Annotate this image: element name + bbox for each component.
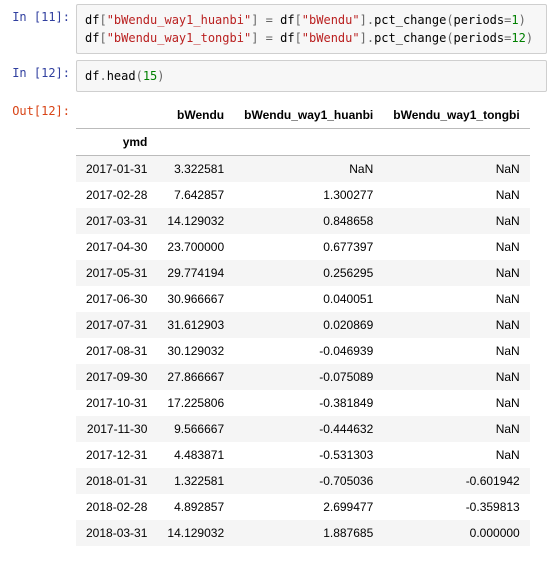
row-index: 2018-01-31 xyxy=(76,468,157,494)
cell-value: -0.359813 xyxy=(383,494,529,520)
code-input-12[interactable]: df.head(15) xyxy=(76,60,547,92)
cell-value: NaN xyxy=(383,182,529,208)
cell-value: NaN xyxy=(383,286,529,312)
row-index: 2017-05-31 xyxy=(76,260,157,286)
table-row: 2017-04-3023.7000000.677397NaN xyxy=(76,234,530,260)
code-input-11[interactable]: df["bWendu_way1_huanbi"] = df["bWendu"].… xyxy=(76,4,547,54)
output-area-12: bWendu bWendu_way1_huanbi bWendu_way1_to… xyxy=(76,98,547,546)
col-header: bWendu xyxy=(157,102,234,129)
cell-value: 4.892857 xyxy=(157,494,234,520)
row-index: 2017-09-30 xyxy=(76,364,157,390)
table-row: 2018-03-3114.1290321.8876850.000000 xyxy=(76,520,530,546)
cell-value: 30.966667 xyxy=(157,286,234,312)
table-row: 2017-06-3030.9666670.040051NaN xyxy=(76,286,530,312)
cell-value: -0.381849 xyxy=(234,390,383,416)
row-index: 2017-02-28 xyxy=(76,182,157,208)
cell-value: 1.322581 xyxy=(157,468,234,494)
code-line: df.head(15) xyxy=(85,67,538,85)
cell-value: -0.531303 xyxy=(234,442,383,468)
cell-value: NaN xyxy=(383,338,529,364)
row-index: 2018-02-28 xyxy=(76,494,157,520)
cell-value: NaN xyxy=(383,156,529,183)
row-index: 2017-10-31 xyxy=(76,390,157,416)
cell-value: 7.642857 xyxy=(157,182,234,208)
cell-out-12: Out[12]: bWendu bWendu_way1_huanbi bWend… xyxy=(4,98,547,546)
cell-value: NaN xyxy=(383,234,529,260)
cell-value: 9.566667 xyxy=(157,416,234,442)
cell-value: NaN xyxy=(383,260,529,286)
index-name-row: ymd xyxy=(76,129,530,156)
dataframe-table: bWendu bWendu_way1_huanbi bWendu_way1_to… xyxy=(76,102,530,546)
row-index: 2017-12-31 xyxy=(76,442,157,468)
cell-value: -0.075089 xyxy=(234,364,383,390)
col-header: bWendu_way1_tongbi xyxy=(383,102,529,129)
cell-value: 3.322581 xyxy=(157,156,234,183)
cell-value: NaN xyxy=(383,312,529,338)
cell-in-12: In [12]: df.head(15) xyxy=(4,60,547,92)
out-prompt-12: Out[12]: xyxy=(4,98,76,118)
row-index: 2017-11-30 xyxy=(76,416,157,442)
cell-value: -0.601942 xyxy=(383,468,529,494)
cell-value: 1.300277 xyxy=(234,182,383,208)
table-row: 2017-08-3130.129032-0.046939NaN xyxy=(76,338,530,364)
cell-value: NaN xyxy=(383,442,529,468)
cell-value: 23.700000 xyxy=(157,234,234,260)
row-index: 2017-04-30 xyxy=(76,234,157,260)
index-header-blank xyxy=(76,102,157,129)
table-row: 2017-11-309.566667-0.444632NaN xyxy=(76,416,530,442)
table-row: 2018-02-284.8928572.699477-0.359813 xyxy=(76,494,530,520)
cell-value: NaN xyxy=(383,208,529,234)
table-row: 2017-09-3027.866667-0.075089NaN xyxy=(76,364,530,390)
cell-value: -0.046939 xyxy=(234,338,383,364)
cell-value: 27.866667 xyxy=(157,364,234,390)
cell-value: 0.020869 xyxy=(234,312,383,338)
cell-value: 2.699477 xyxy=(234,494,383,520)
cell-value: 17.225806 xyxy=(157,390,234,416)
cell-value: 29.774194 xyxy=(157,260,234,286)
cell-value: 4.483871 xyxy=(157,442,234,468)
cell-in-11: In [11]: df["bWendu_way1_huanbi"] = df["… xyxy=(4,4,547,54)
table-row: 2017-10-3117.225806-0.381849NaN xyxy=(76,390,530,416)
in-prompt-11: In [11]: xyxy=(4,4,76,24)
cell-value: NaN xyxy=(383,390,529,416)
cell-value: NaN xyxy=(383,364,529,390)
row-index: 2017-08-31 xyxy=(76,338,157,364)
cell-value: 0.000000 xyxy=(383,520,529,546)
table-row: 2017-07-3131.6129030.020869NaN xyxy=(76,312,530,338)
table-row: 2017-12-314.483871-0.531303NaN xyxy=(76,442,530,468)
cell-value: NaN xyxy=(234,156,383,183)
table-row: 2017-05-3129.7741940.256295NaN xyxy=(76,260,530,286)
cell-value: 0.848658 xyxy=(234,208,383,234)
cell-value: 14.129032 xyxy=(157,520,234,546)
in-prompt-12: In [12]: xyxy=(4,60,76,80)
row-index: 2017-06-30 xyxy=(76,286,157,312)
cell-value: 14.129032 xyxy=(157,208,234,234)
code-line: df["bWendu_way1_huanbi"] = df["bWendu"].… xyxy=(85,11,538,29)
table-row: 2017-02-287.6428571.300277NaN xyxy=(76,182,530,208)
row-index: 2017-07-31 xyxy=(76,312,157,338)
table-row: 2017-01-313.322581NaNNaN xyxy=(76,156,530,183)
code-line: df["bWendu_way1_tongbi"] = df["bWendu"].… xyxy=(85,29,538,47)
table-row: 2017-03-3114.1290320.848658NaN xyxy=(76,208,530,234)
cell-value: 0.040051 xyxy=(234,286,383,312)
cell-value: NaN xyxy=(383,416,529,442)
cell-value: 30.129032 xyxy=(157,338,234,364)
table-row: 2018-01-311.322581-0.705036-0.601942 xyxy=(76,468,530,494)
cell-value: -0.705036 xyxy=(234,468,383,494)
cell-value: 1.887685 xyxy=(234,520,383,546)
cell-value: 31.612903 xyxy=(157,312,234,338)
col-header: bWendu_way1_huanbi xyxy=(234,102,383,129)
cell-value: 0.677397 xyxy=(234,234,383,260)
cell-value: -0.444632 xyxy=(234,416,383,442)
cell-value: 0.256295 xyxy=(234,260,383,286)
table-header-row: bWendu bWendu_way1_huanbi bWendu_way1_to… xyxy=(76,102,530,129)
row-index: 2017-03-31 xyxy=(76,208,157,234)
row-index: 2017-01-31 xyxy=(76,156,157,183)
index-name: ymd xyxy=(76,129,157,156)
row-index: 2018-03-31 xyxy=(76,520,157,546)
